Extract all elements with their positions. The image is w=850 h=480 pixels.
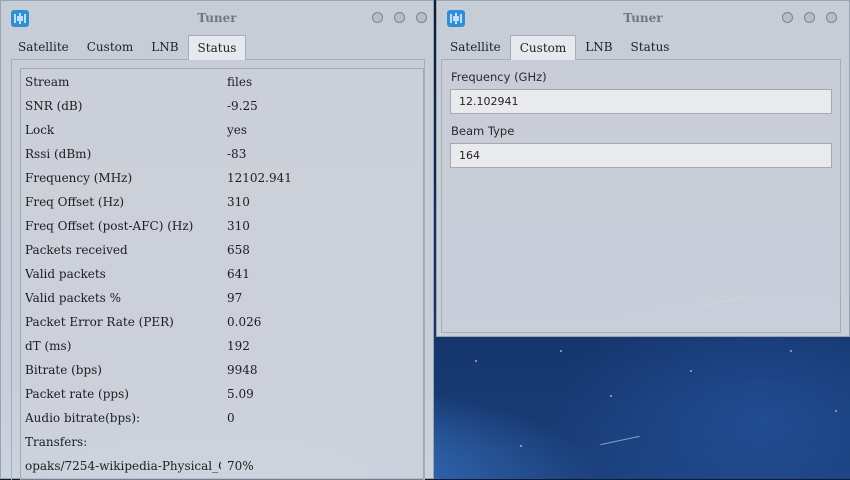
list-item: Packets received 658 [25, 243, 250, 257]
list-item: Frequency (MHz) 12102.941 [25, 171, 292, 185]
list-item: Bitrate (bps) 9948 [25, 363, 258, 377]
list-item: Rssi (dBm) -83 [25, 147, 247, 161]
window-title: Tuner [197, 11, 237, 25]
tuner-window-custom: Tuner Satellite Custom LNB Status Freque… [436, 0, 850, 337]
tab-custom[interactable]: Custom [78, 35, 143, 59]
tab-satellite[interactable]: Satellite [9, 35, 78, 59]
star [475, 360, 477, 362]
frequency-label: Frequency (GHz) [451, 70, 547, 84]
custom-panel: Frequency (GHz) 12.102941 Beam Type 164 [441, 59, 841, 333]
tab-status[interactable]: Status [187, 35, 247, 60]
minimize-button[interactable] [782, 12, 793, 23]
tab-status[interactable]: Status [622, 35, 679, 59]
list-item: Valid packets 641 [25, 267, 250, 281]
status-list[interactable]: Stream files SNR (dB) -9.25 Lock yes Rssi (… [20, 68, 424, 480]
maximize-button[interactable] [394, 12, 405, 23]
minimize-button[interactable] [372, 12, 383, 23]
list-item: Freq Offset (post-AFC) (Hz) 310 [25, 219, 250, 233]
star [690, 370, 692, 372]
star [520, 445, 522, 447]
list-item: Freq Offset (Hz) 310 [25, 195, 250, 209]
frequency-input[interactable]: 12.102941 [450, 89, 832, 114]
star [790, 350, 792, 352]
tab-lnb[interactable]: LNB [576, 35, 621, 59]
beam-type-input[interactable]: 164 [450, 143, 832, 168]
tab-lnb[interactable]: LNB [142, 35, 187, 59]
list-item: Lock yes [25, 123, 248, 137]
tuner-window-status: Tuner Satellite Custom LNB Status Stream… [0, 0, 434, 480]
tab-satellite[interactable]: Satellite [441, 35, 510, 59]
list-item: SNR (dB) -9.25 [25, 99, 258, 113]
list-item: Packet Error Rate (PER) 0.026 [25, 315, 262, 329]
tab-bar: Satellite Custom LNB Status [441, 35, 678, 60]
star-streak [600, 435, 640, 446]
maximize-button[interactable] [804, 12, 815, 23]
close-button[interactable] [826, 12, 837, 23]
list-item: dT (ms) 192 [25, 339, 250, 353]
list-item: Audio bitrate(bps): 0 [25, 411, 235, 425]
title-bar[interactable]: Tuner [437, 1, 849, 35]
star [560, 350, 562, 352]
star [835, 410, 837, 412]
close-button[interactable] [416, 12, 427, 23]
star [610, 395, 612, 397]
list-item: Transfers: [25, 435, 88, 449]
list-item: Stream files [25, 75, 253, 89]
transfer-item[interactable]: opaks/7254-wikipedia-Physical_Graf...70% [25, 453, 423, 477]
status-panel: Stream files SNR (dB) -9.25 Lock yes Rssi (… [11, 59, 425, 480]
tab-bar: Satellite Custom LNB Status [9, 35, 247, 60]
beam-type-label: Beam Type [451, 124, 515, 138]
title-bar[interactable]: Tuner [1, 1, 433, 35]
list-item: Packet rate (pps) 5.09 [25, 387, 254, 401]
tab-custom[interactable]: Custom [509, 35, 577, 60]
list-item: Valid packets % 97 [25, 291, 243, 305]
